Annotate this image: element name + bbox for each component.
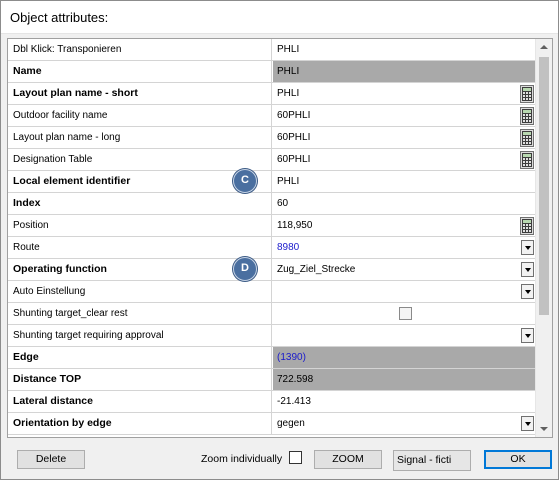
attribute-row[interactable]: Index 60 <box>8 193 536 215</box>
attribute-row[interactable]: Local element identifier PHLI C <box>8 169 536 193</box>
attribute-label: Shunting target_clear rest <box>8 303 272 324</box>
attribute-value-text: Zug_Ziel_Strecke <box>277 264 356 275</box>
attribute-row[interactable]: Dbl Klick: Transponieren PHLI <box>8 39 536 61</box>
attribute-label: Distance TOP <box>8 369 272 390</box>
attribute-grid: Dbl Klick: Transponieren PHLI Name PHLI Layo… <box>8 39 536 437</box>
attribute-value-text: 60PHLI <box>277 154 311 165</box>
value-checkbox[interactable] <box>399 307 412 320</box>
attribute-grid-frame: Dbl Klick: Transponieren PHLI Name PHLI Layo… <box>7 38 553 438</box>
calculator-icon[interactable] <box>520 217 534 235</box>
dropdown-arrow-icon[interactable] <box>521 416 534 431</box>
attribute-row[interactable]: Outdoor facility name 60PHLI <box>8 105 536 127</box>
attribute-value-text: gegen <box>277 418 305 429</box>
attribute-value-text: 118,950 <box>277 220 313 231</box>
attribute-label: Position <box>8 215 272 236</box>
dropdown-arrow-icon[interactable] <box>521 240 534 255</box>
attribute-label: Designation Table <box>8 149 272 170</box>
attribute-row[interactable]: Layout plan name - long 60PHLI <box>8 127 536 149</box>
attribute-row[interactable]: Route 8980 <box>8 237 536 259</box>
attribute-value-text: PHLI <box>277 44 300 55</box>
attribute-label: Edge <box>8 347 272 368</box>
attribute-value: PHLI <box>273 61 536 82</box>
attribute-label: Name <box>8 61 272 82</box>
calculator-icon[interactable] <box>520 151 534 169</box>
attribute-label: Lateral distance <box>8 391 272 412</box>
calculator-icon[interactable] <box>520 107 534 125</box>
attribute-value-text: PHLI <box>277 176 300 187</box>
attribute-value[interactable]: 60PHLI <box>273 149 536 170</box>
attribute-value-text: PHLI <box>277 66 300 77</box>
attribute-label: Route <box>8 237 272 258</box>
attribute-value-text: 60PHLI <box>277 132 311 143</box>
attribute-value[interactable]: -21.413 <box>273 391 536 412</box>
attribute-label: Auto Einstellung <box>8 281 272 302</box>
attribute-row[interactable]: Edge (1390) <box>8 347 536 369</box>
attribute-label: Layout plan name - long <box>8 127 272 148</box>
signal-type-select[interactable]: Signal - ficti <box>393 450 471 471</box>
attribute-value-text: 60 <box>277 198 289 209</box>
attribute-value[interactable] <box>273 303 536 324</box>
attribute-row[interactable]: Lateral distance -21.413 <box>8 391 536 413</box>
attribute-row[interactable]: Orientation by edge gegen <box>8 413 536 435</box>
attribute-label: Index <box>8 193 272 214</box>
attribute-label: Dbl Klick: Transponieren <box>8 39 272 60</box>
attribute-value[interactable]: 8980 <box>273 237 536 258</box>
scroll-up-arrow-icon[interactable] <box>536 39 552 56</box>
attribute-row[interactable]: Auto Einstellung <box>8 281 536 303</box>
dropdown-arrow-icon[interactable] <box>521 328 534 343</box>
attribute-value[interactable]: PHLI <box>273 83 536 104</box>
attribute-label: Shunting target requiring approval <box>8 325 272 346</box>
attribute-row[interactable]: Name PHLI <box>8 61 536 83</box>
attribute-label: Outdoor facility name <box>8 105 272 126</box>
attribute-value-text: (1390) <box>277 352 306 363</box>
attribute-value[interactable]: 60PHLI <box>273 127 536 148</box>
attribute-value[interactable]: gegen <box>273 413 536 434</box>
attribute-row[interactable]: Designation Table 60PHLI <box>8 149 536 171</box>
attribute-row[interactable]: Operating function Zug_Ziel_Strecke D <box>8 257 536 281</box>
title-bar: Object attributes: <box>1 1 558 34</box>
attribute-value[interactable] <box>273 325 536 346</box>
dropdown-arrow-icon[interactable] <box>521 262 534 277</box>
attribute-value-text: 8980 <box>277 242 300 253</box>
attribute-row[interactable]: Shunting target_clear rest <box>8 303 536 325</box>
scroll-thumb[interactable] <box>539 57 549 315</box>
object-attributes-window: Object attributes: Dbl Klick: Transponie… <box>0 0 559 480</box>
attribute-value-text: PHLI <box>277 88 300 99</box>
window-title: Object attributes: <box>10 10 109 25</box>
attribute-value-text: 722.598 <box>277 374 314 385</box>
attribute-value[interactable]: PHLI <box>273 171 536 192</box>
calculator-icon[interactable] <box>520 85 534 103</box>
calculator-icon[interactable] <box>520 129 534 147</box>
zoom-individually-label: Zoom individually <box>201 453 283 465</box>
attribute-value: (1390) <box>273 347 536 368</box>
attribute-value-text: -21.413 <box>277 396 311 407</box>
attribute-row[interactable]: Position 118,950 <box>8 215 536 237</box>
annotation-marker: D <box>233 257 257 281</box>
attribute-value[interactable]: 60PHLI <box>273 105 536 126</box>
zoom-button[interactable]: ZOOM <box>314 450 382 469</box>
attribute-row[interactable]: Layout plan name - short PHLI <box>8 83 536 105</box>
attribute-value[interactable]: 60 <box>273 193 536 214</box>
attribute-label: Layout plan name - short <box>8 83 272 104</box>
attribute-value[interactable]: Zug_Ziel_Strecke <box>273 259 536 280</box>
attribute-value-text: 60PHLI <box>277 110 311 121</box>
delete-button[interactable]: Delete <box>17 450 85 469</box>
zoom-individually-checkbox[interactable] <box>289 451 302 464</box>
attribute-row[interactable]: Distance TOP 722.598 <box>8 369 536 391</box>
attribute-value[interactable]: PHLI <box>273 39 536 60</box>
attribute-row[interactable]: Shunting target requiring approval <box>8 325 536 347</box>
attribute-value[interactable] <box>273 281 536 302</box>
attribute-label: Orientation by edge <box>8 413 272 434</box>
vertical-scrollbar[interactable] <box>535 39 552 437</box>
ok-button[interactable]: OK <box>484 450 552 469</box>
attribute-value[interactable]: 118,950 <box>273 215 536 236</box>
scroll-down-arrow-icon[interactable] <box>536 420 552 437</box>
annotation-marker: C <box>233 169 257 193</box>
attribute-value: 722.598 <box>273 369 536 390</box>
dropdown-arrow-icon[interactable] <box>521 284 534 299</box>
